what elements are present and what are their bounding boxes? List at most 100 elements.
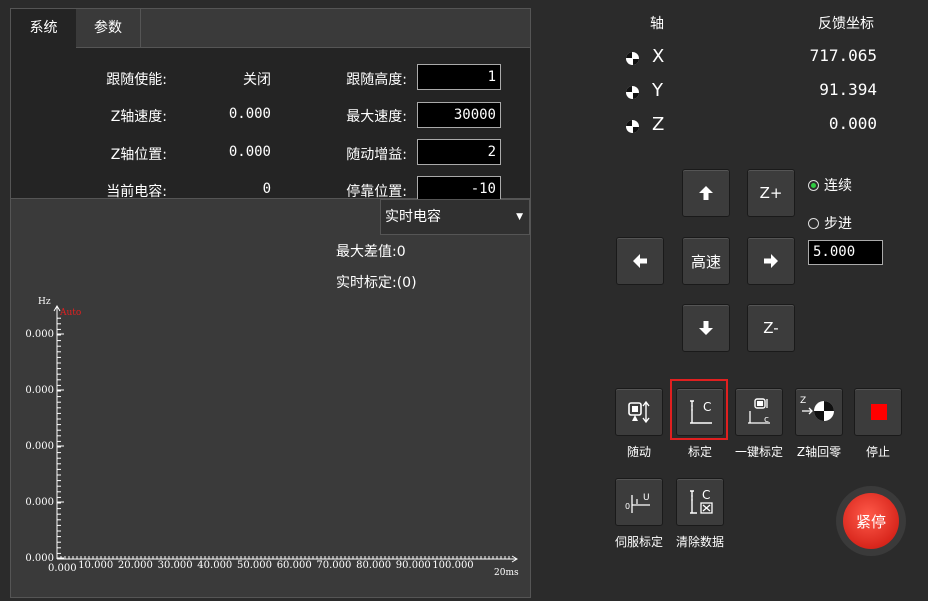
follow-enable-value: 关闭	[243, 72, 271, 88]
max-speed-input[interactable]: 30000	[417, 102, 501, 128]
x-tick-label: 60.000	[277, 560, 312, 571]
y-tick-label: 0.000	[25, 497, 54, 508]
jog-down-button[interactable]	[682, 304, 730, 352]
calibrate-highlight	[670, 379, 728, 440]
z-home-button[interactable]: Z	[795, 388, 843, 436]
chart-axes: 0.0000.0000.0000.0000.0000.000 10.000 20.0…	[25, 305, 518, 574]
jog-up-button[interactable]	[682, 169, 730, 217]
x-tick-label: 100.000	[432, 560, 473, 571]
clear-data-button[interactable]: C	[676, 478, 724, 526]
radio-unchecked-icon	[808, 218, 819, 229]
home-marker-icon	[626, 86, 639, 99]
x-tick-label: 70.000	[316, 560, 351, 571]
axis-row-z: Z 0.000	[626, 112, 886, 142]
x-tick-label: 40.000	[197, 560, 232, 571]
clear-data-label: 清除数据	[675, 535, 724, 549]
params-panel: 跟随使能: 关闭 跟随高度: 1 Z轴速度: 0.000 最大速度: 30000…	[11, 48, 530, 202]
svg-text:0: 0	[625, 502, 630, 511]
left-panel: 系统 参数 跟随使能: 关闭 跟随高度: 1 Z轴速度: 0.000 最大速度:…	[10, 8, 531, 598]
svg-text:C: C	[702, 488, 710, 502]
jog-left-button[interactable]	[616, 237, 664, 285]
park-position-label: 停靠位置:	[346, 184, 407, 200]
arrow-down-icon	[699, 321, 713, 335]
current-cap-value: 0	[262, 181, 271, 197]
max-diff-text: 最大差值:0	[336, 244, 406, 260]
arrow-right-icon	[764, 254, 778, 268]
mode-continuous-label: 连续	[824, 178, 852, 194]
z-position-value: 0.000	[228, 144, 271, 160]
servo-calibrate-button[interactable]: 0 U	[615, 478, 663, 526]
follow-height-input[interactable]: 1	[417, 64, 501, 90]
axis-value: 0.000	[828, 114, 877, 133]
servo-calibrate-label: 伺服标定	[614, 535, 663, 549]
mode-step-label: 步进	[824, 216, 852, 232]
tab-parameters[interactable]: 参数	[76, 9, 141, 48]
one-key-calibrate-icon: c	[748, 398, 770, 425]
capacitance-chart: 0.0000.0000.0000.0000.0000.000 10.000 20.0…	[25, 297, 519, 578]
emergency-stop-label: 紧停	[843, 493, 899, 549]
x-axis-unit: 20ms	[494, 568, 519, 578]
y-tick-label: 0.000	[25, 385, 54, 396]
home-marker-icon	[626, 52, 639, 65]
x-tick-label: 10.000	[78, 560, 113, 571]
jog-right-button[interactable]	[747, 237, 795, 285]
axis-value: 717.065	[809, 46, 877, 65]
axis-value: 91.394	[819, 80, 877, 99]
clear-data-icon: C	[690, 488, 713, 514]
x-tick-label: 30.000	[158, 560, 193, 571]
chart-source-select[interactable]: 实时电容 ▼	[380, 199, 530, 235]
one-key-calibrate-button[interactable]: c	[735, 388, 783, 436]
chevron-down-icon: ▼	[516, 212, 523, 222]
z-speed-value: 0.000	[228, 106, 271, 122]
max-speed-label: 最大速度:	[346, 109, 407, 125]
axis-name: Y	[652, 80, 663, 101]
svg-text:c: c	[764, 415, 769, 425]
follow-button[interactable]	[615, 388, 663, 436]
follow-icon	[628, 400, 650, 424]
feedback-header: 反馈坐标	[818, 16, 874, 32]
axis-row-x: X 717.065	[626, 44, 886, 74]
axis-header: 轴	[650, 16, 664, 32]
mode-continuous-radio[interactable]: 连续	[808, 175, 852, 195]
axis-name: X	[652, 46, 665, 67]
chart-source-value: 实时电容	[385, 209, 441, 225]
x-tick-label: 20.000	[118, 560, 153, 571]
follow-label: 随动	[626, 445, 651, 459]
follow-height-label: 跟随高度:	[346, 72, 407, 88]
axis-row-y: Y 91.394	[626, 78, 886, 108]
radio-checked-icon	[808, 180, 819, 191]
arrow-left-icon	[633, 254, 647, 268]
y-axis-unit: Hz	[38, 297, 51, 307]
mode-step-radio[interactable]: 步进	[808, 213, 852, 233]
y-tick-label: 0.000	[25, 441, 54, 452]
stop-icon	[871, 404, 887, 420]
x-tick-label: 50.000	[237, 560, 272, 571]
step-distance-input[interactable]: 5.000	[808, 240, 883, 265]
arrow-up-icon	[699, 186, 713, 200]
follow-gain-label: 随动增益:	[346, 147, 407, 163]
x-tick-label: 80.000	[356, 560, 391, 571]
svg-text:Z: Z	[800, 396, 806, 406]
emergency-stop-button[interactable]: 紧停	[836, 486, 906, 556]
x-tick-label: 0.000	[48, 563, 77, 574]
svg-text:U: U	[643, 493, 650, 503]
servo-calibrate-icon: 0 U	[625, 493, 650, 513]
follow-enable-label: 跟随使能:	[106, 72, 167, 88]
z-minus-button[interactable]: Z-	[747, 304, 795, 352]
auto-scale-label: Auto	[59, 308, 81, 318]
axis-name: Z	[652, 114, 665, 135]
stop-label: 停止	[865, 445, 890, 459]
stop-button[interactable]	[854, 388, 902, 436]
current-cap-label: 当前电容:	[106, 184, 167, 200]
home-marker-icon	[626, 120, 639, 133]
z-plus-button[interactable]: Z+	[747, 169, 795, 217]
follow-gain-input[interactable]: 2	[417, 139, 501, 165]
right-panel: 轴 反馈坐标 X 717.065 Y 91.394 Z 0.000 Z+ 高速 …	[560, 0, 928, 601]
x-tick-label: 90.000	[396, 560, 431, 571]
z-speed-label: Z轴速度:	[110, 109, 167, 125]
tab-system[interactable]: 系统	[11, 9, 76, 48]
z-home-icon: Z	[800, 396, 834, 421]
fast-speed-button[interactable]: 高速	[682, 237, 730, 285]
y-tick-label: 0.000	[25, 329, 54, 340]
tab-bar: 系统 参数	[11, 9, 530, 48]
